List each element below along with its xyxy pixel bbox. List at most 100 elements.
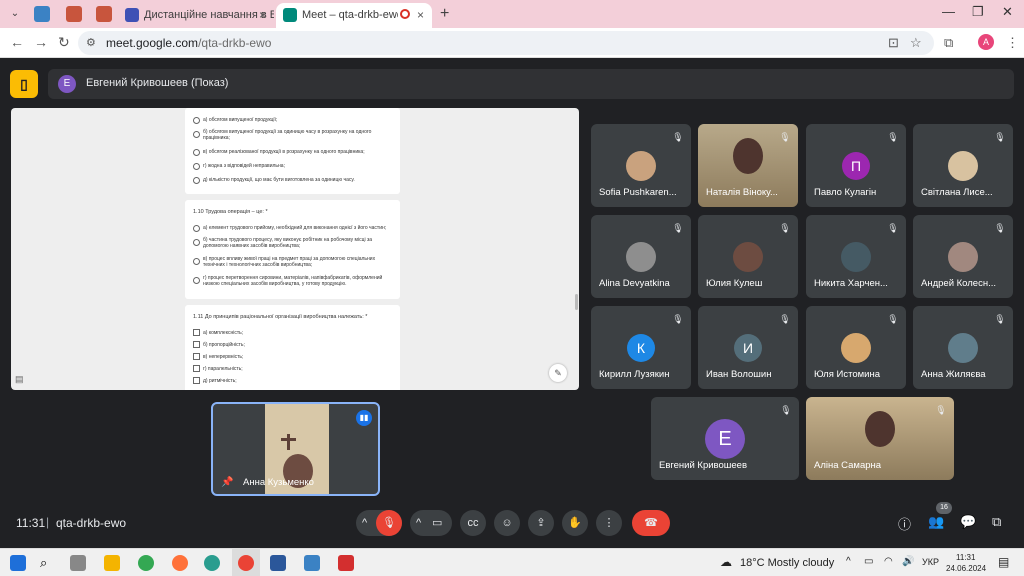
close-window-icon[interactable]: ✕ — [1002, 4, 1013, 20]
more-options-button[interactable]: ⋮ — [596, 510, 622, 536]
mic-off-icon: 🎙 — [994, 314, 1006, 324]
forward-icon[interactable]: → — [34, 34, 48, 50]
address-bar: ← → ↻ ⚙ meet.google.com/qta-drkb-ewo ⊡ ☆… — [0, 28, 1024, 58]
taskbar-time[interactable]: 11:31 — [956, 553, 975, 562]
participant-name: Юля Истомина — [814, 369, 880, 380]
file-explorer-icon[interactable] — [104, 555, 120, 571]
profile-avatar[interactable]: A — [978, 34, 994, 50]
reload-icon[interactable]: ↻ — [58, 34, 70, 51]
edge-icon[interactable] — [204, 555, 220, 571]
chrome-icon[interactable] — [138, 555, 154, 571]
meet-icon — [283, 8, 297, 22]
speaking-indicator-icon: ▮▮ — [356, 410, 372, 426]
new-tab-icon[interactable]: + — [440, 5, 449, 23]
participant-name: Юлия Кулеш — [706, 278, 763, 289]
participant-tile[interactable]: E 🎙 Евгений Кривошеев — [651, 397, 799, 480]
participant-tile[interactable]: 🎙 Світлана Лисе... — [913, 124, 1013, 207]
participant-tile[interactable]: П 🎙 Павло Кулагін — [806, 124, 906, 207]
task-view-icon[interactable] — [70, 555, 86, 571]
leave-call-button[interactable]: ☎ — [632, 510, 670, 536]
pinned-tab-1[interactable] — [34, 6, 50, 22]
present-button[interactable]: ⇪ — [528, 510, 554, 536]
volume-icon[interactable]: 🔊 — [902, 556, 914, 567]
chevron-up-icon[interactable]: ^ — [416, 510, 421, 536]
extensions-icon[interactable]: ⧉ — [944, 35, 953, 51]
minimize-icon[interactable]: — — [942, 4, 955, 19]
reactions-button[interactable]: ☺ — [494, 510, 520, 536]
mic-off-icon[interactable]: 🎙 — [376, 510, 402, 536]
search-icon[interactable]: ⌕ — [40, 555, 56, 571]
taskbar-date[interactable]: 24.06.2024 — [946, 564, 986, 573]
info-icon[interactable]: ⓘ — [898, 514, 911, 533]
firefox-icon[interactable] — [172, 555, 188, 571]
back-icon[interactable]: ← — [10, 34, 24, 50]
tab-search-chevron-down-icon[interactable]: ⌄ — [6, 5, 24, 23]
scrollbar[interactable] — [575, 294, 578, 310]
radio-button — [193, 149, 200, 156]
tab-meet[interactable]: Meet – qta-drkb-ewo × — [276, 3, 432, 28]
menu-icon[interactable]: ⋮ — [1006, 35, 1019, 51]
tune-icon[interactable]: ⚙ — [86, 36, 96, 49]
option-text: д) ритмічність; — [203, 378, 237, 384]
restore-icon[interactable]: ❐ — [972, 4, 984, 20]
participant-tile[interactable]: 🎙 Sofia Pushkaren... — [591, 124, 691, 207]
participant-tile[interactable]: К 🎙 Кирилл Лузякин — [591, 306, 691, 389]
feedback-icon[interactable]: ▤ — [15, 374, 24, 385]
pin-icon[interactable]: 📌 — [221, 477, 233, 488]
star-icon[interactable]: ☆ — [910, 35, 922, 51]
meeting-clock: 11:31 — [16, 516, 46, 530]
radio-button — [193, 163, 200, 170]
acrobat-icon[interactable] — [338, 555, 354, 571]
close-icon[interactable]: × — [259, 8, 266, 22]
participant-tile[interactable]: И 🎙 Иван Волошин — [698, 306, 798, 389]
notifications-icon[interactable]: ▤ — [998, 555, 1009, 569]
captions-button[interactable]: cc — [460, 510, 486, 536]
camera-toggle-button[interactable]: ^ ▭ — [410, 510, 452, 536]
mic-toggle-button[interactable]: ^ 🎙 — [356, 510, 402, 536]
meeting-code: qta-drkb-ewo — [56, 516, 127, 530]
wifi-icon[interactable]: ◠ — [884, 556, 893, 567]
participant-tile[interactable]: 🎙 Юлия Кулеш — [698, 215, 798, 298]
chrome-active-icon[interactable] — [238, 555, 254, 571]
meet-app: ▯ E Евгений Кривошеев (Показ) а) обсягом… — [0, 58, 1024, 548]
option-text: а) обсягом випущеної продукції; — [203, 117, 278, 123]
participant-name: Аліна Самарна — [814, 460, 882, 471]
question-title: 1.11 До принципів раціональної організац… — [193, 314, 368, 320]
pinned-tab-3[interactable] — [96, 6, 112, 22]
word-icon[interactable] — [270, 555, 286, 571]
participant-photo — [948, 242, 978, 272]
mic-off-icon: 🎙 — [887, 132, 899, 142]
app-icon[interactable] — [304, 555, 320, 571]
camera-off-icon[interactable]: ⊡ — [888, 35, 899, 51]
participant-name: Наталія Віноку... — [706, 187, 778, 198]
question-card: а) обсягом випущеної продукції; б) обсяг… — [185, 108, 400, 194]
people-icon[interactable]: 👥 — [928, 514, 944, 530]
network-icon[interactable]: ▭ — [864, 556, 873, 567]
participant-tile[interactable]: 🎙 Наталія Віноку... — [698, 124, 798, 207]
shared-screen[interactable]: а) обсягом випущеної продукції; б) обсяг… — [11, 108, 579, 390]
videocam-icon[interactable]: ▭ — [432, 510, 442, 536]
raise-hand-button[interactable]: ✋ — [562, 510, 588, 536]
pinned-tab-2[interactable] — [66, 6, 82, 22]
chat-icon[interactable]: 💬 — [960, 514, 976, 530]
activities-icon[interactable]: ⧉ — [992, 514, 1001, 530]
participant-tile[interactable]: 🎙 Никита Харчен... — [806, 215, 906, 298]
participant-tile[interactable]: 🎙 Аліна Самарна — [806, 397, 954, 480]
windows-start-icon[interactable] — [10, 555, 26, 571]
participant-tile[interactable]: 🎙 Анна Жиляєва — [913, 306, 1013, 389]
omnibox[interactable]: ⚙ meet.google.com/qta-drkb-ewo ⊡ ☆ — [78, 31, 934, 55]
self-view-tile[interactable]: 📌 Анна Кузьменко ▮▮ — [211, 402, 380, 496]
weather-text[interactable]: 18°C Mostly cloudy — [740, 557, 834, 569]
participant-tile[interactable]: 🎙 Андрей Колесн... — [913, 215, 1013, 298]
more-icon: ⋮ — [603, 517, 615, 529]
hand-icon: ✋ — [568, 517, 582, 529]
edit-icon[interactable]: ✎ — [549, 364, 567, 382]
tab-distance-learning[interactable]: Дистанційне навчання в ВСП × — [118, 3, 274, 28]
tray-chevron-up-icon[interactable]: ^ — [846, 556, 851, 567]
close-icon[interactable]: × — [417, 8, 424, 22]
participant-tile[interactable]: 🎙 Alina Devyatkina — [591, 215, 691, 298]
participant-tile[interactable]: 🎙 Юля Истомина — [806, 306, 906, 389]
self-name: Анна Кузьменко — [243, 477, 314, 488]
language-indicator[interactable]: УКР — [922, 557, 939, 567]
chevron-up-icon[interactable]: ^ — [362, 510, 367, 536]
